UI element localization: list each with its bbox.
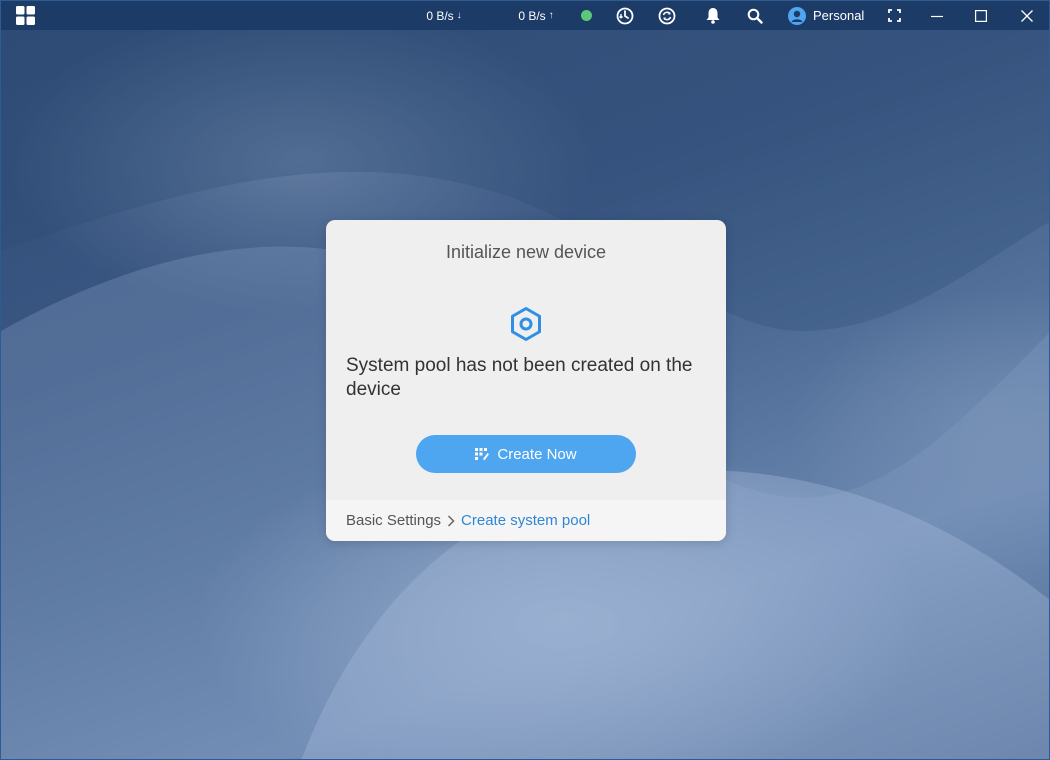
bell-icon[interactable] bbox=[704, 1, 722, 30]
close-icon[interactable] bbox=[1019, 1, 1035, 30]
user-avatar-icon bbox=[788, 6, 806, 25]
status-dot bbox=[580, 10, 592, 21]
arrow-up-icon: ↑ bbox=[548, 10, 554, 21]
refresh-icon[interactable] bbox=[657, 1, 677, 30]
dialog-message: System pool has not been created on the … bbox=[346, 355, 693, 400]
storage-pool-icon bbox=[511, 307, 541, 341]
sync-clock-icon[interactable] bbox=[615, 1, 635, 30]
search-icon[interactable] bbox=[746, 1, 764, 30]
breadcrumb: Basic Settings Create system pool bbox=[326, 500, 726, 541]
create-pool-icon bbox=[475, 447, 490, 460]
download-rate-value: 0 B/s bbox=[426, 8, 454, 23]
breadcrumb-create-system-pool[interactable]: Create system pool bbox=[461, 512, 590, 529]
create-now-label: Create Now bbox=[497, 445, 577, 463]
initialize-device-dialog: Initialize new device System pool has no… bbox=[326, 220, 726, 541]
fullscreen-icon[interactable] bbox=[886, 1, 902, 30]
breadcrumb-basic-settings[interactable]: Basic Settings bbox=[346, 512, 441, 529]
app-window: 0 B/s ↓ 0 B/s ↑ Personal Initialize new … bbox=[0, 0, 1050, 760]
user-name: Personal bbox=[813, 8, 865, 23]
user-menu[interactable]: Personal bbox=[788, 1, 868, 30]
arrow-down-icon: ↓ bbox=[456, 10, 462, 21]
create-now-button[interactable]: Create Now bbox=[416, 435, 636, 473]
dialog-title: Initialize new device bbox=[445, 242, 607, 262]
maximize-icon[interactable] bbox=[973, 1, 989, 30]
minimize-icon[interactable] bbox=[929, 1, 945, 30]
top-bar: 0 B/s ↓ 0 B/s ↑ Personal bbox=[1, 1, 1049, 30]
download-rate: 0 B/s ↓ bbox=[419, 1, 469, 30]
upload-rate-value: 0 B/s bbox=[518, 8, 546, 23]
grid-menu-icon[interactable] bbox=[14, 1, 36, 30]
chevron-right-icon bbox=[447, 514, 455, 527]
upload-rate: 0 B/s ↑ bbox=[511, 1, 561, 30]
status-indicator[interactable] bbox=[579, 1, 593, 30]
